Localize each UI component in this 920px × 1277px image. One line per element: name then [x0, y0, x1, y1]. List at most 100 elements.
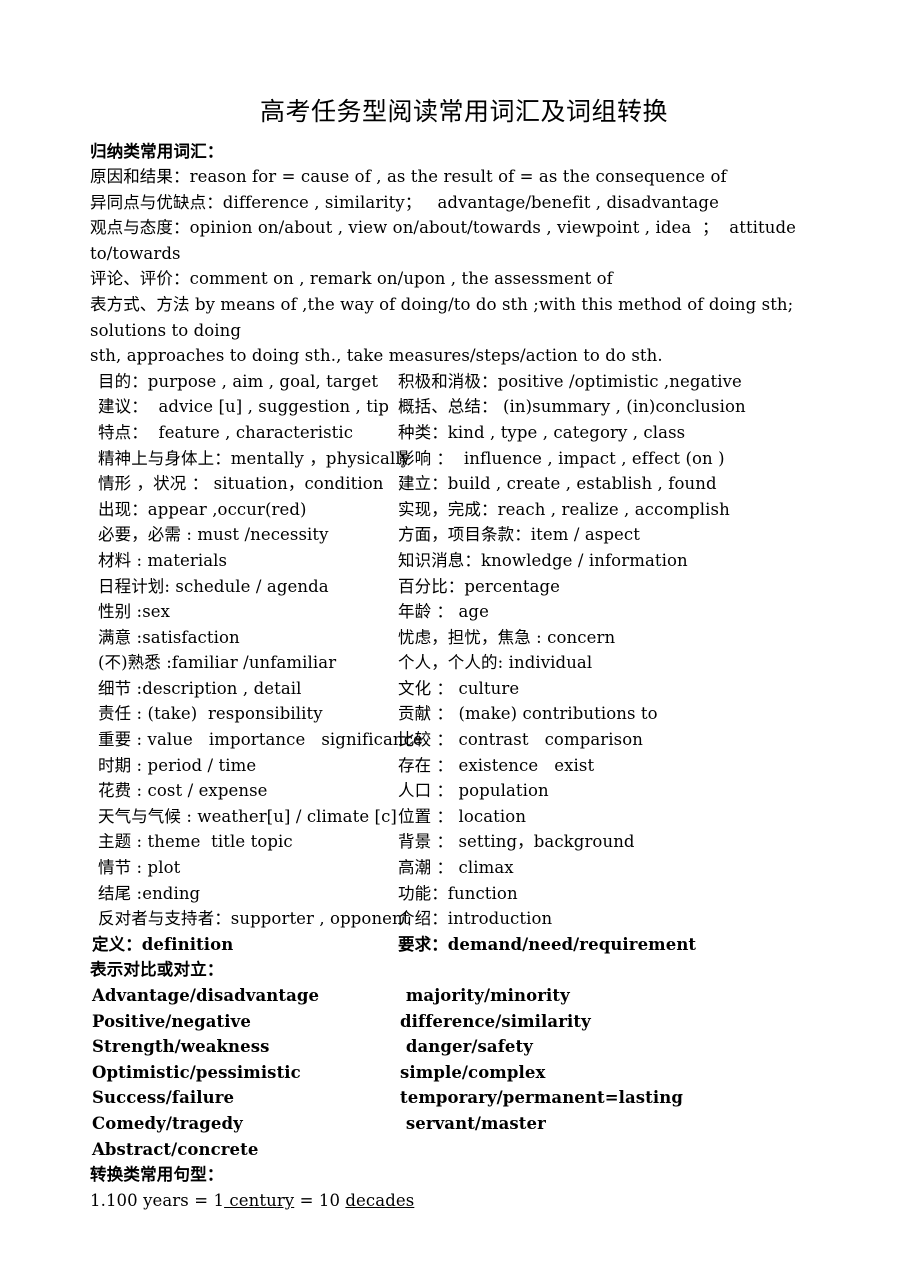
section-heading-contrast: 表示对比或对立： [90, 960, 224, 980]
vocab-right-cell-requirement: 要求：demand/need/requirement [398, 934, 697, 954]
vocab-left-cell: 细节 :description , detail [98, 678, 302, 698]
vocab-row: 满意 :satisfaction 忧虑，担忧，焦急 : concern [90, 625, 838, 651]
contrast-row: Strength/weakness danger/safety [90, 1034, 838, 1060]
vocab-left-cell: 性别 :sex [98, 602, 171, 622]
contrast-right-cell: majority/minority [400, 986, 570, 1005]
vocab-right-cell: 背景 ： setting，background [398, 832, 635, 852]
vocab-row: 出现：appear ,occur(red) 实现，完成：reach , real… [90, 497, 838, 523]
vocab-left-cell: 反对者与支持者：supporter , opponent [98, 909, 410, 929]
vocab-row: 必要，必需 : must /necessity 方面，项目条款：item / a… [90, 522, 838, 548]
vocab-row: 责任 : (take) responsibility 贡献 ： (make) c… [90, 701, 838, 727]
contrast-row: Optimistic/pessimistic simple/complex [90, 1060, 838, 1086]
contrast-right-cell: difference/similarity [400, 1011, 591, 1031]
vocab-left-cell: 花费 : cost / expense [98, 781, 268, 801]
vocab-right-cell: 介绍：introduction [398, 909, 553, 929]
vocab-left-cell: 满意 :satisfaction [98, 627, 240, 647]
contrast-left-cell: Optimistic/pessimistic [92, 1062, 301, 1082]
contrast-left-cell: Success/failure [92, 1088, 235, 1108]
vocab-row: (不)熟悉 :familiar /unfamiliar 个人，个人的: indi… [90, 650, 838, 676]
contrast-row: Positive/negative difference/similarity [90, 1009, 838, 1035]
section-heading-transformation: 转换类常用句型： [90, 1165, 224, 1185]
vocab-right-cell: 影响 ： influence , impact , effect (on ) [398, 448, 725, 468]
vocab-right-cell: 文化 ： culture [398, 678, 520, 698]
contrast-pairs-list: Advantage/disadvantage majority/minority… [90, 983, 838, 1162]
vocab-row: 情形 ，状况 ： situation，condition 建立：build , … [90, 471, 838, 497]
vocabulary-two-column-list: 目的：purpose , aim , goal, target 积极和消极：po… [90, 369, 838, 958]
vocab-row-definition-requirement: 定义：definition 要求：demand/need/requirement [90, 932, 838, 958]
vocab-row: 时期 : period / time 存在 ： existence exist [90, 753, 838, 779]
contrast-row: Advantage/disadvantage majority/minority [90, 983, 838, 1009]
transformation-line-1: 1.100 years = 1 century = 10 decades [90, 1188, 838, 1214]
vocab-row: 日程计划: schedule / agenda 百分比：percentage [90, 574, 838, 600]
vocab-row: 主题 : theme title topic 背景 ： setting，back… [90, 829, 838, 855]
vocab-left-cell: 出现：appear ,occur(red) [98, 499, 307, 519]
section-heading-summary-vocabulary: 归纳类常用词汇： [90, 142, 224, 161]
vocab-right-cell: 方面，项目条款：item / aspect [398, 525, 640, 545]
transform-prefix: 1.100 years = 1 [90, 1190, 225, 1210]
vocab-right-cell: 概括、总结： (in)summary , (in)conclusion [398, 397, 746, 417]
vocab-row: 目的：purpose , aim , goal, target 积极和消极：po… [90, 369, 838, 395]
contrast-row: Abstract/concrete [90, 1137, 838, 1163]
transform-underline-decades: decades [345, 1190, 415, 1210]
vocab-right-cell: 知识消息：knowledge / information [398, 550, 688, 570]
vocab-left-cell: 结尾 :ending [98, 883, 201, 903]
transform-underline-century: century [224, 1190, 295, 1210]
contrast-left-cell: Advantage/disadvantage [92, 986, 320, 1005]
vocab-row: 性别 :sex 年龄 ： age [90, 599, 838, 625]
vocab-line-method-part1: 表方式、方法 by means of ,the way of doing/to … [90, 294, 794, 340]
vocab-left-cell: 必要，必需 : must /necessity [98, 525, 329, 545]
contrast-left-cell: Abstract/concrete [92, 1139, 259, 1159]
vocab-left-cell: 目的：purpose , aim , goal, target [98, 371, 379, 391]
vocab-right-cell: 比较 ： contrast comparison [398, 730, 643, 750]
vocab-right-cell: 积极和消极：positive /optimistic ,negative [398, 371, 742, 391]
vocab-right-cell: 功能：function [398, 883, 518, 903]
contrast-right-cell: temporary/permanent=lasting [400, 1088, 683, 1108]
vocab-right-cell: 建立：build , create , establish , found [398, 474, 717, 494]
vocab-right-cell: 实现，完成：reach , realize , accomplish [398, 499, 730, 519]
vocab-right-cell: 忧虑，担忧，焦急 : concern [398, 627, 616, 647]
vocab-row: 花费 : cost / expense 人口 ： population [90, 778, 838, 804]
vocab-left-cell: 材料 : materials [98, 550, 228, 570]
contrast-left-cell: Strength/weakness [92, 1037, 270, 1057]
contrast-left-cell: Comedy/tragedy [92, 1113, 243, 1133]
vocab-row: 建议： advice [u] , suggestion , tip 概括、总结：… [90, 394, 838, 420]
vocab-left-cell-definition: 定义：definition [92, 934, 234, 954]
contrast-right-cell: servant/master [400, 1113, 546, 1133]
vocab-row: 情节 : plot 高潮 ： climax [90, 855, 838, 881]
vocab-left-cell: 主题 : theme title topic [98, 832, 293, 852]
vocab-right-cell: 个人，个人的: individual [398, 653, 593, 673]
contrast-row: Success/failure temporary/permanent=last… [90, 1085, 838, 1111]
vocab-left-cell: (不)熟悉 :familiar /unfamiliar [98, 653, 337, 673]
vocab-row: 结尾 :ending 功能：function [90, 881, 838, 907]
vocab-left-cell: 重要 : value importance significance [98, 730, 423, 750]
vocab-row: 材料 : materials 知识消息：knowledge / informat… [90, 548, 838, 574]
vocab-left-cell: 精神上与身体上：mentally ，physically [98, 448, 411, 468]
vocab-right-cell: 种类：kind , type , category , class [398, 422, 686, 442]
vocab-left-cell: 时期 : period / time [98, 755, 257, 775]
vocab-left-cell: 特点： feature , characteristic [98, 422, 354, 442]
contrast-right-cell: simple/complex [400, 1062, 546, 1082]
vocab-left-cell: 责任 : (take) responsibility [98, 704, 323, 724]
vocab-right-cell: 存在 ： existence exist [398, 755, 595, 775]
vocab-left-cell: 日程计划: schedule / agenda [98, 576, 329, 596]
vocab-right-cell: 百分比：percentage [398, 576, 561, 596]
page-title: 高考任务型阅读常用词汇及词组转换 [259, 97, 668, 126]
contrast-right-cell: danger/safety [400, 1037, 533, 1057]
contrast-left-cell: Positive/negative [92, 1011, 251, 1031]
vocab-line-comment-assessment: 评论、评价：comment on , remark on/upon , the … [90, 269, 613, 289]
vocab-line-method-part2: sth, approaches to doing sth., take meas… [90, 346, 663, 366]
vocab-right-cell: 年龄 ： age [398, 602, 489, 622]
vocab-right-cell: 位置 ： location [398, 806, 527, 826]
contrast-row: Comedy/tragedy servant/master [90, 1111, 838, 1137]
vocab-row: 精神上与身体上：mentally ，physically 影响 ： influe… [90, 446, 838, 472]
vocab-left-cell: 情节 : plot [98, 858, 181, 878]
vocab-right-cell: 高潮 ： climax [398, 858, 514, 878]
vocab-row: 重要 : value importance significance 比较 ： … [90, 727, 838, 753]
transform-middle: = 10 [294, 1190, 346, 1210]
vocab-left-cell: 建议： advice [u] , suggestion , tip [98, 397, 389, 417]
vocab-line-cause-effect: 原因和结果：reason for = cause of , as the res… [90, 167, 727, 186]
vocab-left-cell: 天气与气候 : weather[u] / climate [c] [98, 806, 397, 826]
vocab-row: 细节 :description , detail 文化 ： culture [90, 676, 838, 702]
vocab-right-cell: 贡献 ： (make) contributions to [398, 704, 658, 724]
vocab-line-similarity-advantage: 异同点与优缺点：difference , similarity； advanta… [90, 192, 719, 212]
